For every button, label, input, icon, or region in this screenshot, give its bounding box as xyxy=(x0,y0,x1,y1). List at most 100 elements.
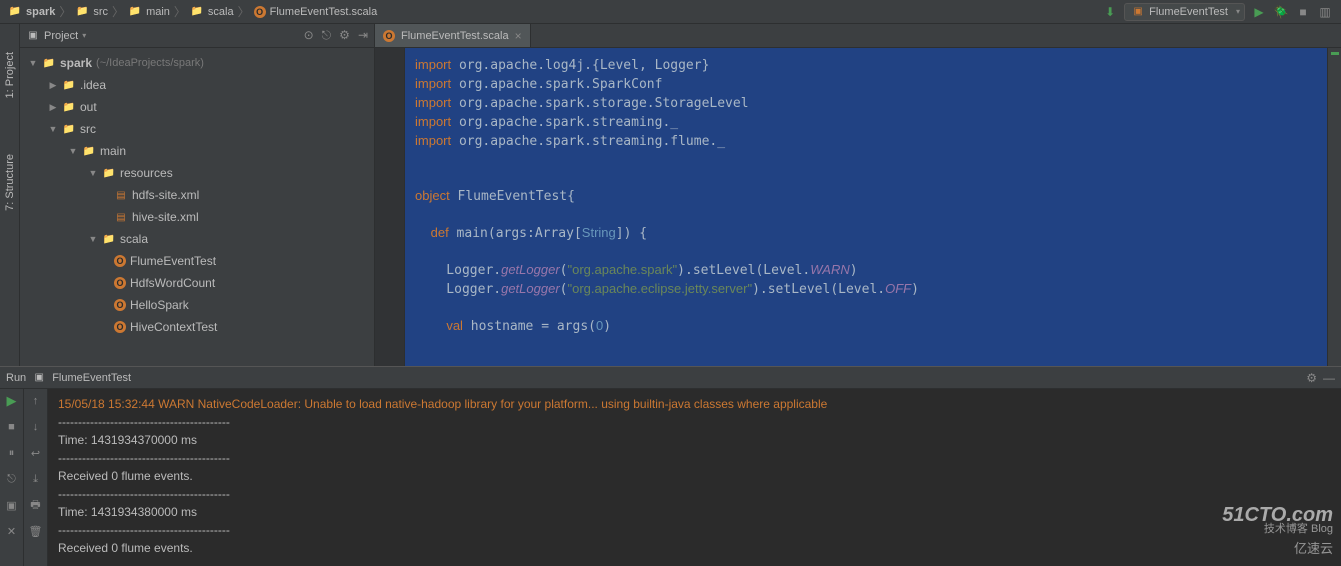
toolbar-right: ⬇ ▣ FlumeEventTest ▶ 🪲 ■ ▥ xyxy=(1102,3,1333,21)
run-panel-body: ▶ ■ ⏸ ⎋ ▣ ✕ ↑ ↓ ↩ ⤓ 🖶 🗑 15/05/18 15:32:4… xyxy=(0,389,1341,566)
debug-button[interactable]: 🪲 xyxy=(1273,4,1289,20)
project-panel: ▣ Project ▾ ⊙ ⎋ ⚙ ⇥ ▼ 📁 spark (~/IdeaPro… xyxy=(20,24,375,366)
breadcrumbs: 📁spark 〉 📁src 〉 📁main 〉 📁scala 〉 OFlumeE… xyxy=(8,3,377,20)
run-panel: Run ▣ FlumeEventTest ⚙ — ▶ ■ ⏸ ⎋ ▣ ✕ ↑ ↓… xyxy=(0,366,1341,566)
console-output[interactable]: 15/05/18 15:32:44 WARN NativeCodeLoader:… xyxy=(48,389,1341,566)
run-config-selector[interactable]: ▣ FlumeEventTest xyxy=(1124,3,1245,21)
code-editor[interactable]: import org.apache.log4j.{Level, Logger} … xyxy=(405,48,1327,366)
gear-icon[interactable]: ⚙ xyxy=(339,28,350,43)
run-tools-col2: ↑ ↓ ↩ ⤓ 🖶 🗑 xyxy=(24,389,48,566)
scroll-icon[interactable]: ⎋ xyxy=(322,28,332,43)
tree-file-hello[interactable]: OHelloSpark xyxy=(20,294,374,316)
left-tool-strip: 1: Project 7: Structure xyxy=(0,24,20,366)
tree-out[interactable]: ▶📁out xyxy=(20,96,374,118)
tree-file-hdfs[interactable]: OHdfsWordCount xyxy=(20,272,374,294)
run-config-icon: ▣ xyxy=(32,371,46,385)
stop-button[interactable]: ■ xyxy=(4,419,20,435)
chevron-right-icon: 〉 xyxy=(59,3,71,20)
tree-resources[interactable]: ▼📁resources xyxy=(20,162,374,184)
down-icon[interactable]: ↓ xyxy=(28,419,44,435)
close-icon[interactable]: ✕ xyxy=(4,523,20,539)
folder-icon: 📁 xyxy=(82,144,96,158)
tree-src[interactable]: ▼📁src xyxy=(20,118,374,140)
run-config-label: FlumeEventTest xyxy=(1149,6,1228,18)
chevron-down-icon: ▼ xyxy=(88,234,98,244)
tree-scala[interactable]: ▼📁scala xyxy=(20,228,374,250)
scala-object-icon: O xyxy=(254,6,266,18)
folder-icon: 📁 xyxy=(190,5,204,19)
chevron-right-icon: 〉 xyxy=(238,3,250,20)
crumb-main[interactable]: 📁main xyxy=(128,5,170,19)
chevron-down-icon: ▼ xyxy=(48,124,58,134)
chevron-right-icon: 〉 xyxy=(112,3,124,20)
folder-icon: 📁 xyxy=(62,100,76,114)
scala-object-icon: O xyxy=(383,30,395,42)
structure-tool-tab[interactable]: 7: Structure xyxy=(2,146,18,219)
tree-root[interactable]: ▼ 📁 spark (~/IdeaProjects/spark) xyxy=(20,52,374,74)
top-nav: 📁spark 〉 📁src 〉 📁main 〉 📁scala 〉 OFlumeE… xyxy=(0,0,1341,24)
crumb-scala[interactable]: 📁scala xyxy=(190,5,234,19)
restore-icon[interactable]: ▣ xyxy=(4,497,20,513)
xml-icon: ▤ xyxy=(114,210,128,224)
status-mark xyxy=(1331,52,1339,55)
project-panel-header: ▣ Project ▾ ⊙ ⎋ ⚙ ⇥ xyxy=(20,24,374,48)
scala-object-icon: O xyxy=(114,277,126,289)
module-icon: 📁 xyxy=(42,56,56,70)
folder-icon: 📁 xyxy=(102,232,116,246)
editor-right-gutter xyxy=(1327,48,1341,366)
editor-tab-active[interactable]: O FlumeEventTest.scala × xyxy=(375,24,531,47)
close-icon[interactable]: × xyxy=(515,29,522,43)
run-button[interactable]: ▶ xyxy=(1251,4,1267,20)
dump-button[interactable]: ⎋ xyxy=(4,471,20,487)
crumb-file[interactable]: OFlumeEventTest.scala xyxy=(254,6,378,18)
clear-icon[interactable]: 🗑 xyxy=(28,523,44,539)
main-area: 1: Project 7: Structure ▣ Project ▾ ⊙ ⎋ … xyxy=(0,24,1341,366)
folder-icon: 📁 xyxy=(128,5,142,19)
tree-main[interactable]: ▼📁main xyxy=(20,140,374,162)
scala-object-icon: O xyxy=(114,321,126,333)
project-panel-tools: ⊙ ⎋ ⚙ ⇥ xyxy=(304,28,368,43)
chevron-down-icon: ▾ xyxy=(82,31,86,40)
run-panel-header: Run ▣ FlumeEventTest ⚙ — xyxy=(0,367,1341,389)
project-icon: ▣ xyxy=(26,29,40,43)
up-icon[interactable]: ↑ xyxy=(28,393,44,409)
tree-file-flume[interactable]: OFlumeEventTest xyxy=(20,250,374,272)
folder-icon: 📁 xyxy=(8,5,22,19)
stop-button[interactable]: ■ xyxy=(1295,4,1311,20)
chevron-down-icon: ▼ xyxy=(28,58,38,68)
make-icon[interactable]: ⬇ xyxy=(1102,4,1118,20)
tree-idea[interactable]: ▶📁.idea xyxy=(20,74,374,96)
chevron-down-icon: ▼ xyxy=(68,146,78,156)
print-icon[interactable]: 🖶 xyxy=(28,497,44,513)
folder-icon: 📁 xyxy=(75,5,89,19)
project-panel-title[interactable]: ▣ Project ▾ xyxy=(26,29,86,43)
project-tool-tab[interactable]: 1: Project xyxy=(2,44,18,106)
layout-icon[interactable]: ▥ xyxy=(1317,4,1333,20)
chevron-right-icon: ▶ xyxy=(48,80,58,91)
tree-hive-xml[interactable]: ▤hive-site.xml xyxy=(20,206,374,228)
resources-icon: 📁 xyxy=(102,166,116,180)
tree-file-hive[interactable]: OHiveContextTest xyxy=(20,316,374,338)
run-panel-title[interactable]: Run ▣ FlumeEventTest xyxy=(6,371,131,385)
crumb-src[interactable]: 📁src xyxy=(75,5,108,19)
crumb-spark[interactable]: 📁spark xyxy=(8,5,55,19)
gear-icon[interactable]: ⚙ xyxy=(1306,371,1317,385)
hide-icon[interactable]: — xyxy=(1323,371,1335,385)
project-tree: ▼ 📁 spark (~/IdeaProjects/spark) ▶📁.idea… xyxy=(20,48,374,366)
pause-button[interactable]: ⏸ xyxy=(4,445,20,461)
wrap-icon[interactable]: ↩ xyxy=(28,445,44,461)
editor-tabs: O FlumeEventTest.scala × xyxy=(375,24,1341,48)
editor-area: O FlumeEventTest.scala × import org.apac… xyxy=(375,24,1341,366)
scala-object-icon: O xyxy=(114,299,126,311)
tree-hdfs-xml[interactable]: ▤hdfs-site.xml xyxy=(20,184,374,206)
hide-icon[interactable]: ⇥ xyxy=(358,28,368,43)
xml-icon: ▤ xyxy=(114,188,128,202)
run-config-icon: ▣ xyxy=(1131,5,1145,19)
chevron-right-icon: ▶ xyxy=(48,102,58,113)
rerun-button[interactable]: ▶ xyxy=(4,393,20,409)
editor-tab-label: FlumeEventTest.scala xyxy=(401,30,509,42)
collapse-icon[interactable]: ⊙ xyxy=(304,28,314,43)
chevron-right-icon: 〉 xyxy=(174,3,186,20)
folder-icon: 📁 xyxy=(62,122,76,136)
scroll-icon[interactable]: ⤓ xyxy=(28,471,44,487)
